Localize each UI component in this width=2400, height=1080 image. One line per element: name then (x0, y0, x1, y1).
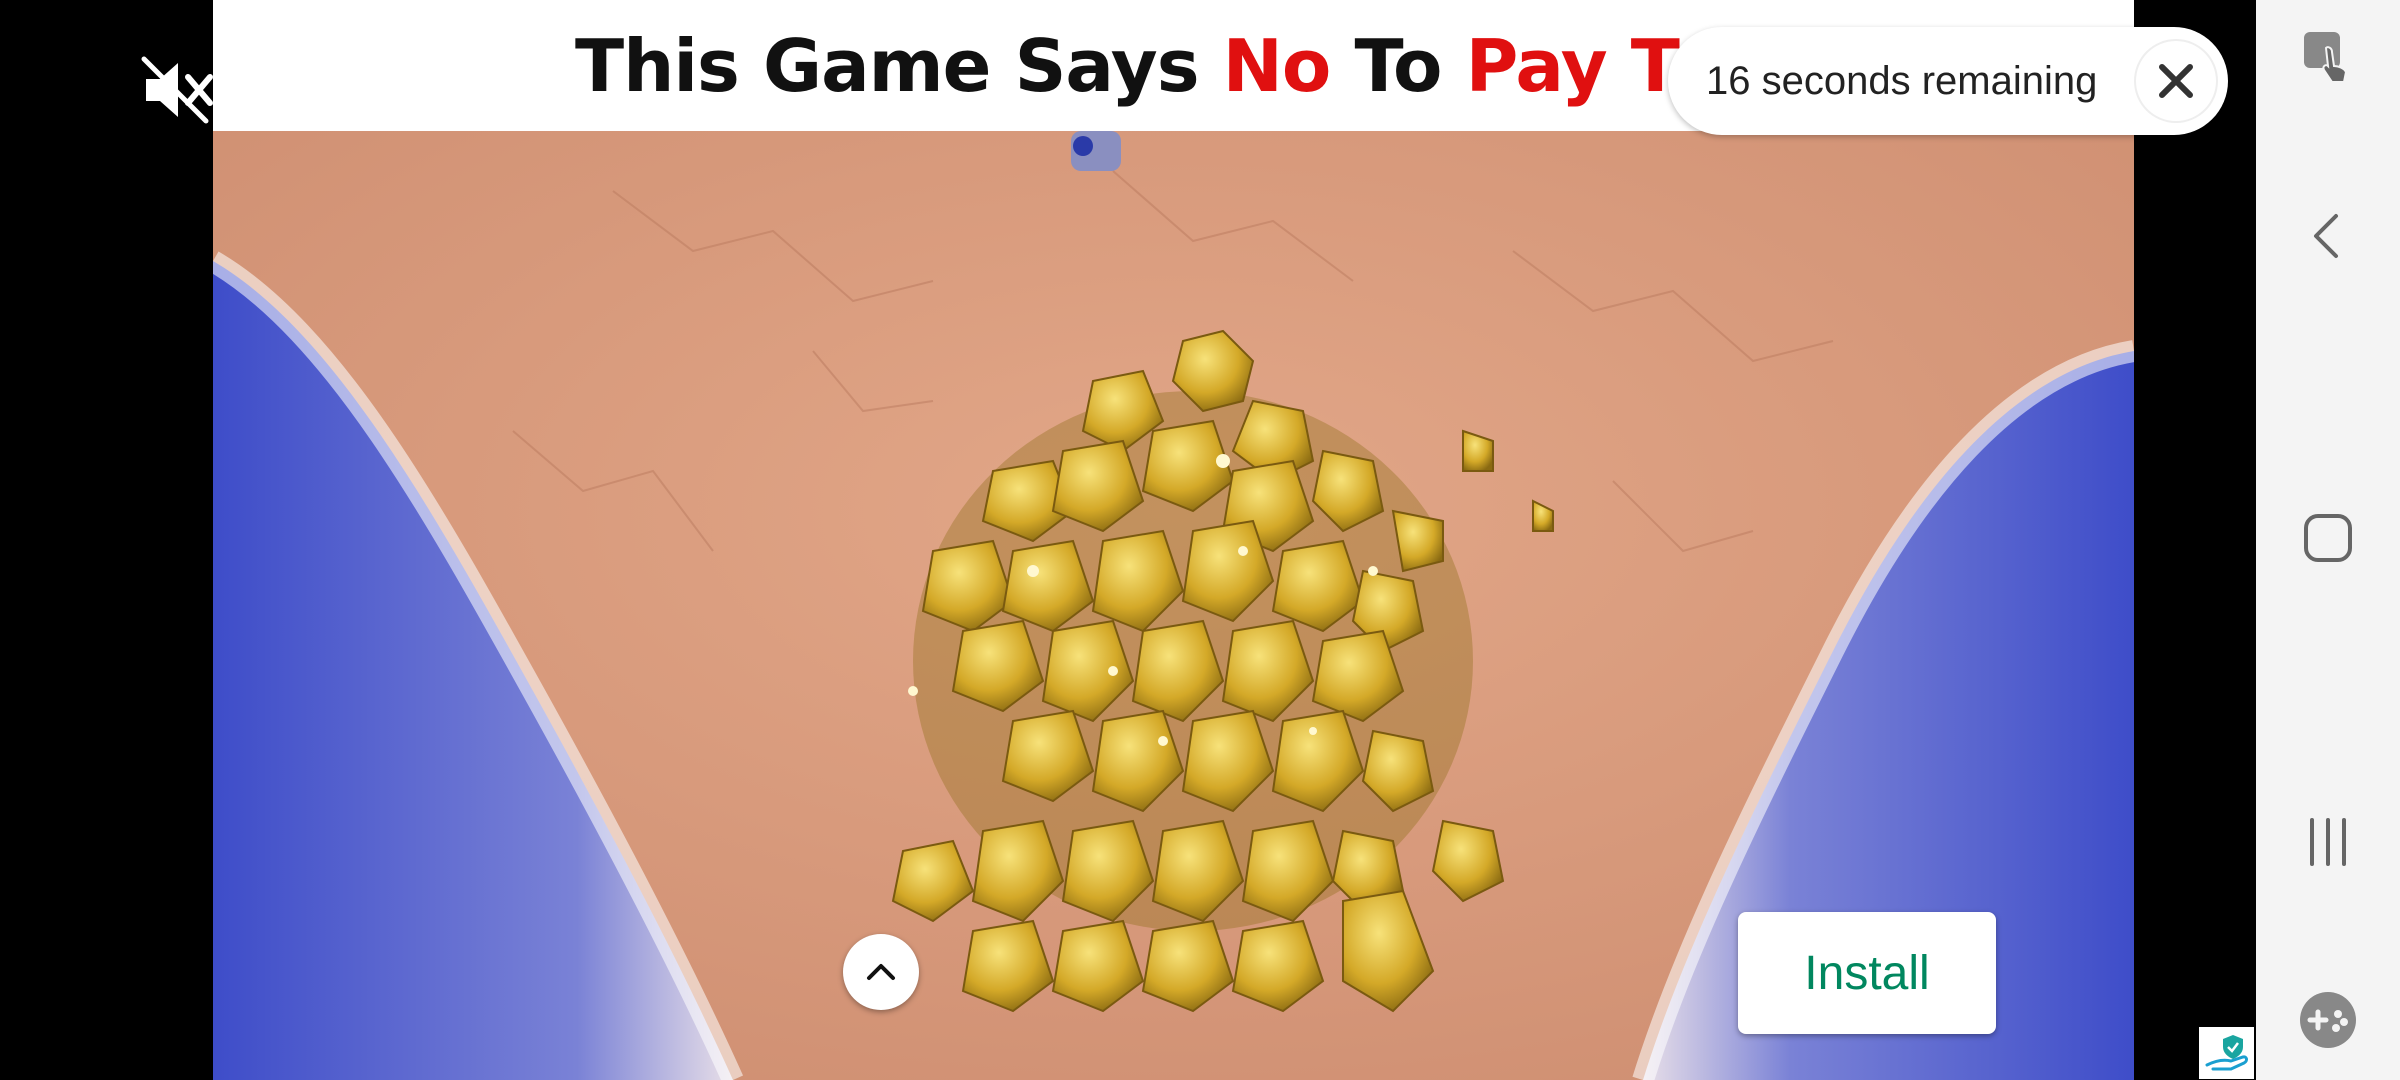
game-launcher-icon (2300, 992, 2356, 1048)
countdown-text: 16 seconds remaining (1706, 58, 2098, 103)
home-button[interactable] (2298, 508, 2358, 568)
recent-apps-button[interactable] (2298, 812, 2358, 872)
ad-choices-badge[interactable] (2199, 1027, 2254, 1079)
headline-part-3: To (1330, 23, 1466, 108)
recent-apps-icon (2310, 818, 2346, 866)
close-button[interactable] (2134, 39, 2218, 123)
ad-container: This Game Says No To Pay To W Install 16… (0, 0, 2256, 1080)
headline-part-1: This Game Says (575, 23, 1223, 108)
screen-touch-button[interactable] (2298, 26, 2358, 86)
close-icon (2159, 64, 2193, 98)
ad-headline: This Game Says No To Pay To W (575, 23, 1821, 108)
countdown-pill: 16 seconds remaining (1668, 27, 2228, 135)
back-button[interactable] (2298, 206, 2358, 266)
mute-button[interactable] (140, 55, 220, 125)
expand-button[interactable] (843, 934, 919, 1010)
headline-part-2: No (1222, 23, 1332, 108)
chevron-up-icon (867, 964, 895, 980)
screen-touch-icon (2304, 32, 2348, 83)
home-icon (2304, 514, 2352, 562)
ad-video[interactable]: This Game Says No To Pay To W Install (213, 0, 2134, 1080)
back-icon (2314, 214, 2338, 258)
game-launcher-button[interactable] (2298, 990, 2358, 1050)
ad-choices-hand-shield-icon (2205, 1035, 2248, 1071)
install-button[interactable]: Install (1738, 912, 1996, 1034)
system-nav-bar (2256, 0, 2400, 1080)
volume-muted-icon (141, 56, 213, 124)
